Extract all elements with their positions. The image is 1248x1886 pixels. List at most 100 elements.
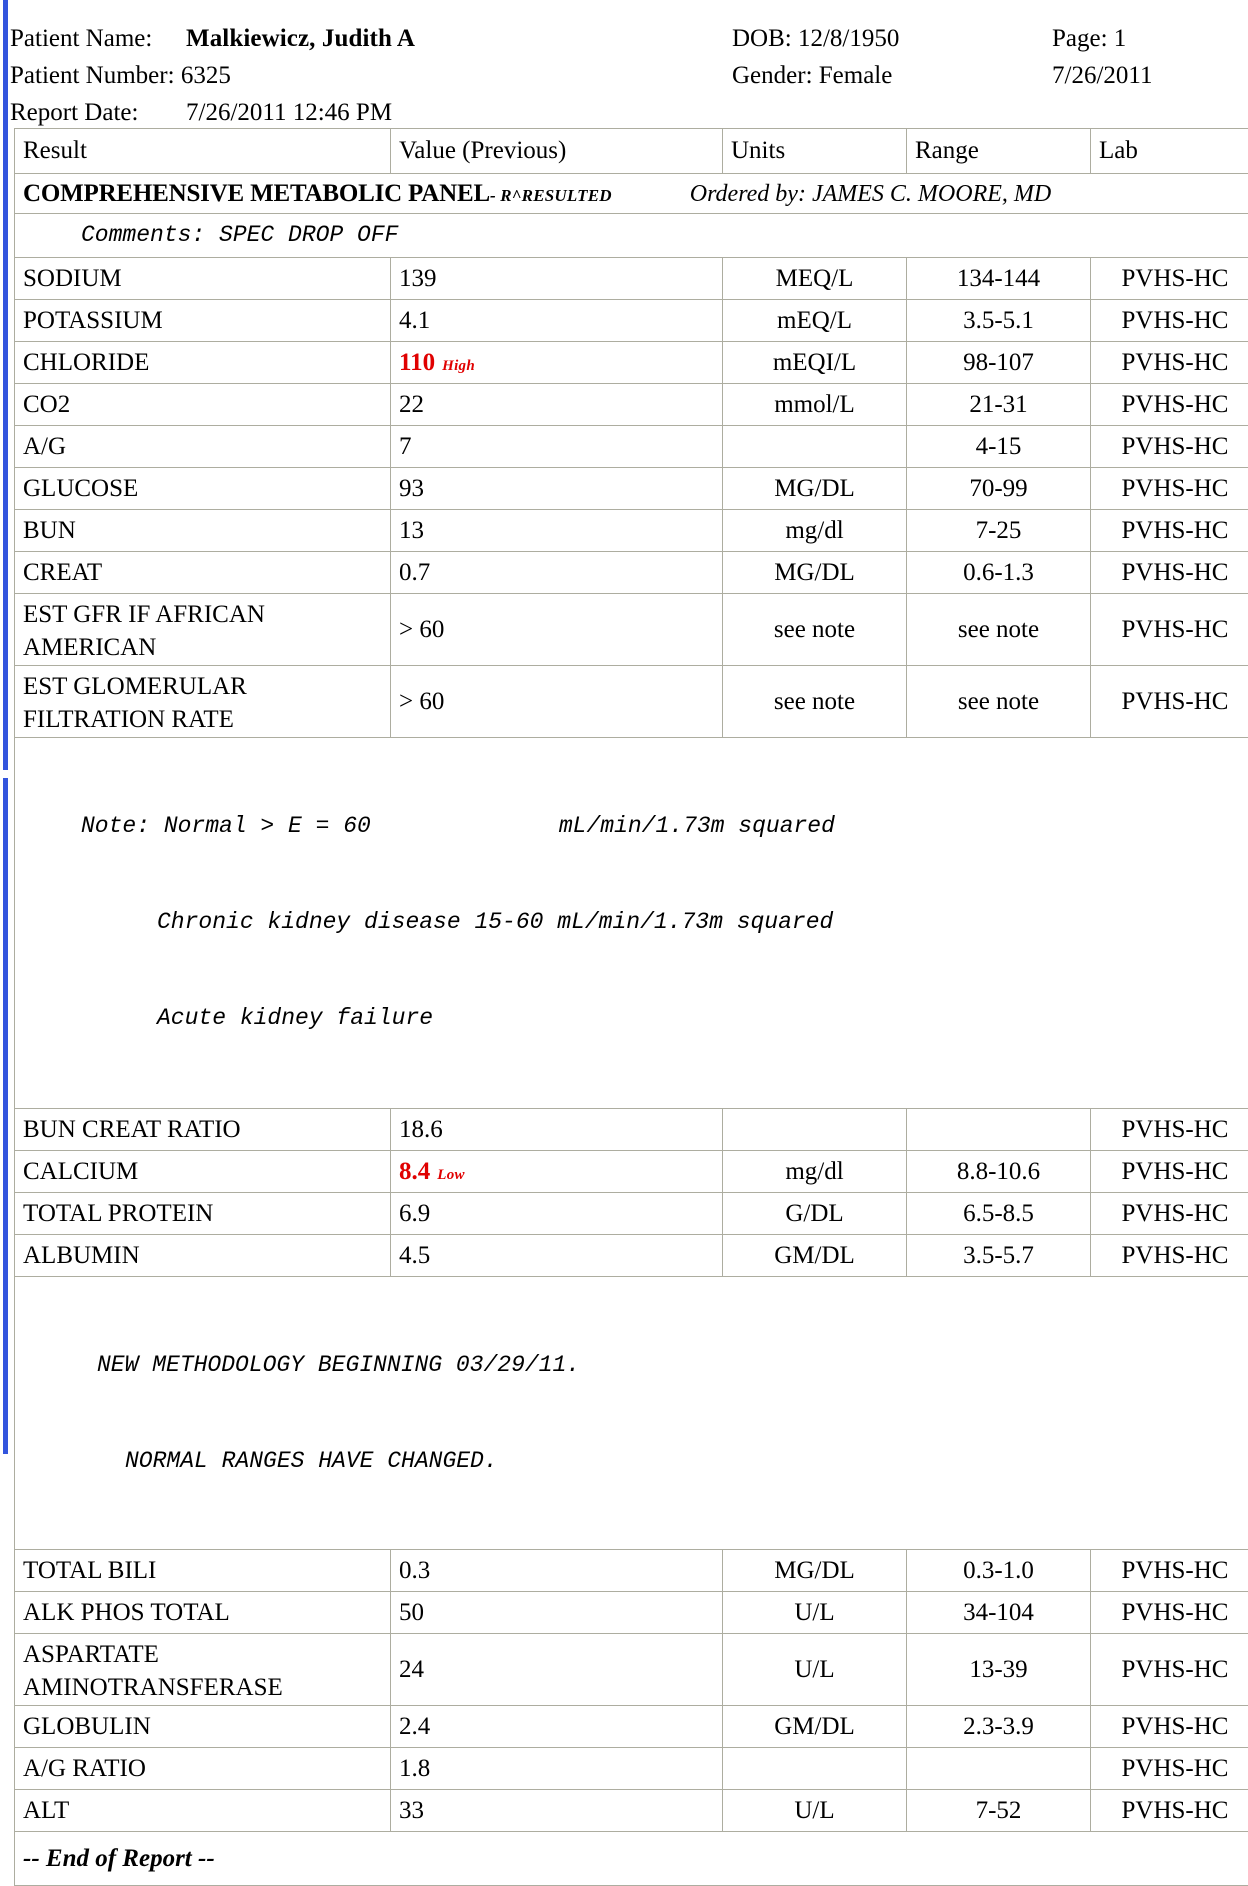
result-range [907,1748,1091,1790]
table-row: POTASSIUM 4.1 mEQ/L 3.5-5.1 PVHS-HC [15,300,1248,342]
table-row: ALBUMIN 4.5 GM/DL 3.5-5.7 PVHS-HC [15,1235,1248,1277]
panel-ordered-by: Ordered by: JAMES C. MOORE, MD [690,181,1051,207]
result-name: CALCIUM [15,1151,391,1193]
result-range: 21-31 [907,384,1091,426]
result-lab: PVHS-HC [1091,1550,1248,1592]
table-row: TOTAL PROTEIN 6.9 G/DL 6.5-8.5 PVHS-HC [15,1193,1248,1235]
report-page: Patient Name:Malkiewicz, Judith A DOB: 1… [0,0,1248,1454]
result-value-abnormal: 8.4Low [391,1151,723,1193]
result-units: U/L [723,1592,907,1634]
result-units: MG/DL [723,552,907,594]
column-header-range: Range [907,129,1091,174]
result-name: EST GLOMERULAR FILTRATION RATE [15,666,391,738]
table-row: SODIUM 139 MEQ/L 134-144 PVHS-HC [15,258,1248,300]
result-units [723,1748,907,1790]
result-range: 0.6-1.3 [907,552,1091,594]
table-row: ALK PHOS TOTAL 50 U/L 34-104 PVHS-HC [15,1592,1248,1634]
result-lab: PVHS-HC [1091,594,1248,666]
table-row: ALT 33 U/L 7-52 PVHS-HC [15,1790,1248,1832]
dob-value: DOB: 12/8/1950 [732,20,899,57]
result-lab: PVHS-HC [1091,1193,1248,1235]
result-units: MG/DL [723,1550,907,1592]
result-units: mEQ/L [723,300,907,342]
methodology-note-line-2: NORMAL RANGES HAVE CHANGED. [81,1445,1248,1477]
abnormal-value: 8.4 [399,1158,430,1185]
rail-gap-note [3,770,8,778]
result-range: 3.5-5.7 [907,1235,1091,1277]
end-of-report-row: -- End of Report -- [15,1832,1248,1886]
result-units: see note [723,666,907,738]
panel-comments-row: Comments: SPEC DROP OFF [15,214,1248,258]
column-header-units: Units [723,129,907,174]
result-lab: PVHS-HC [1091,1634,1248,1706]
result-range: 6.5-8.5 [907,1193,1091,1235]
result-value: 1.8 [391,1748,723,1790]
table-row: A/G RATIO 1.8 PVHS-HC [15,1748,1248,1790]
print-date: 7/26/2011 [1052,57,1152,94]
result-range: 70-99 [907,468,1091,510]
result-value: 22 [391,384,723,426]
result-units: mmol/L [723,384,907,426]
gfr-note-line-2: Chronic kidney disease 15-60 mL/min/1.73… [81,906,1248,938]
results-table-wrapper: Result Value (Previous) Units Range Lab … [14,128,1248,1886]
patient-number-value: 6325 [181,62,231,89]
result-units [723,426,907,468]
result-range: 7-52 [907,1790,1091,1832]
result-name: CREAT [15,552,391,594]
result-value: 7 [391,426,723,468]
table-row: CHLORIDE 110High mEQI/L 98-107 PVHS-HC [15,342,1248,384]
result-range [907,1109,1091,1151]
methodology-note-row: NEW METHODOLOGY BEGINNING 03/29/11. NORM… [15,1277,1248,1550]
result-name: SODIUM [15,258,391,300]
result-range: 13-39 [907,1634,1091,1706]
result-units: mEQI/L [723,342,907,384]
panel-title-row: COMPREHENSIVE METABOLIC PANEL- R^RESULTE… [15,174,1248,214]
panel-comments-cell: Comments: SPEC DROP OFF [15,214,1248,258]
result-name: ALT [15,1790,391,1832]
result-name: TOTAL PROTEIN [15,1193,391,1235]
result-value: 0.7 [391,552,723,594]
header-line-1: Patient Name:Malkiewicz, Judith A DOB: 1… [10,20,1248,57]
column-header-value: Value (Previous) [391,129,723,174]
result-lab: PVHS-HC [1091,384,1248,426]
patient-number-label: Patient Number: [10,62,175,89]
table-header-row: Result Value (Previous) Units Range Lab [15,129,1248,174]
result-units: see note [723,594,907,666]
table-row: CO2 22 mmol/L 21-31 PVHS-HC [15,384,1248,426]
result-value: 4.1 [391,300,723,342]
result-lab: PVHS-HC [1091,1592,1248,1634]
result-units: MG/DL [723,468,907,510]
result-name: A/G RATIO [15,1748,391,1790]
result-value: 33 [391,1790,723,1832]
gender-value: Gender: Female [732,57,892,94]
result-name: POTASSIUM [15,300,391,342]
page-number: Page: 1 [1052,20,1126,57]
gfr-note-line-1b: mL/min/1.73m squared [559,813,835,839]
result-lab: PVHS-HC [1091,510,1248,552]
results-body: COMPREHENSIVE METABOLIC PANEL- R^RESULTE… [15,174,1248,1886]
result-range: 134-144 [907,258,1091,300]
result-name: BUN CREAT RATIO [15,1109,391,1151]
result-lab: PVHS-HC [1091,1235,1248,1277]
result-name: ALBUMIN [15,1235,391,1277]
panel-name: COMPREHENSIVE METABOLIC PANEL [23,180,490,207]
result-name: ALK PHOS TOTAL [15,1592,391,1634]
result-units: MEQ/L [723,258,907,300]
gfr-note-line-1: Note: Normal > E = 60mL/min/1.73m square… [81,810,1248,842]
column-header-lab: Lab [1091,129,1248,174]
result-value: 50 [391,1592,723,1634]
header-line-3: Report Date:7/26/2011 12:46 PM [10,94,1248,131]
table-row: EST GFR IF AFRICAN AMERICAN > 60 see not… [15,594,1248,666]
result-lab: PVHS-HC [1091,1151,1248,1193]
result-name: ASPARTATE AMINOTRANSFERASE [15,1634,391,1706]
result-name: EST GFR IF AFRICAN AMERICAN [15,594,391,666]
result-units: G/DL [723,1193,907,1235]
result-value: 24 [391,1634,723,1706]
patient-name-value: Malkiewicz, Judith A [186,25,415,52]
result-value: 2.4 [391,1706,723,1748]
result-value: > 60 [391,594,723,666]
result-range: 3.5-5.1 [907,300,1091,342]
table-row: A/G 7 4-15 PVHS-HC [15,426,1248,468]
result-lab: PVHS-HC [1091,1748,1248,1790]
result-range: 34-104 [907,1592,1091,1634]
